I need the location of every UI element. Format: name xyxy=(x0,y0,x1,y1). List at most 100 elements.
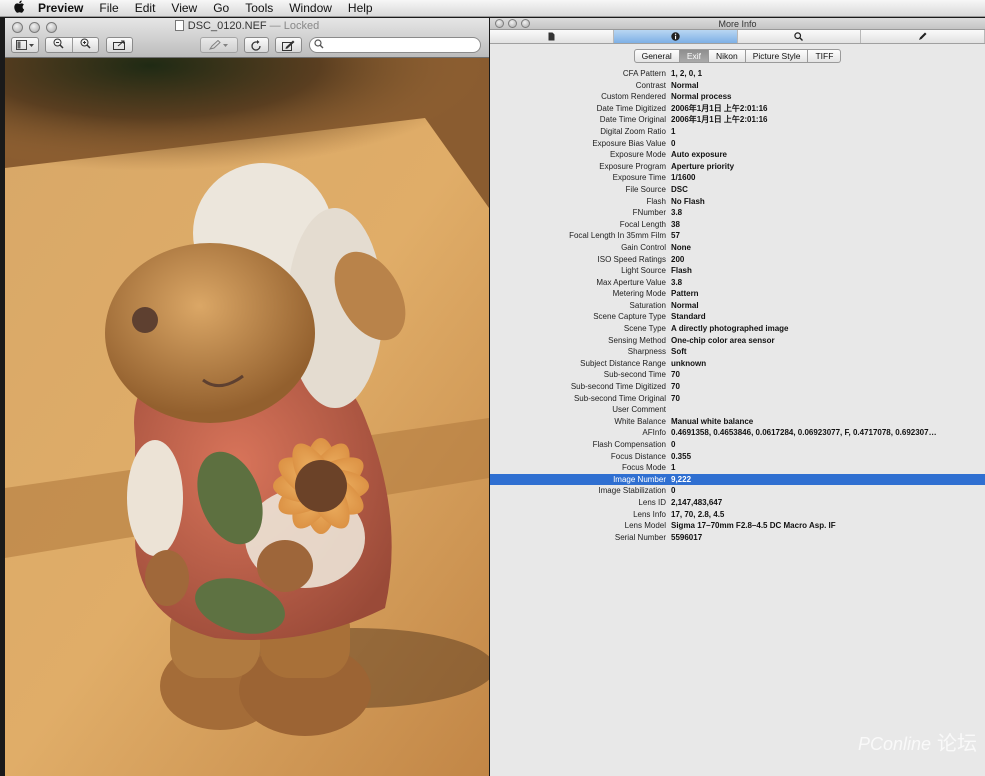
menu-tools[interactable]: Tools xyxy=(237,1,281,15)
table-row[interactable]: Sharpness Soft xyxy=(490,346,985,358)
table-row[interactable]: Gain Control None xyxy=(490,242,985,254)
table-row[interactable]: Sub-second Time Digitized 70 xyxy=(490,381,985,393)
row-value: 2,147,483,647 xyxy=(671,497,723,507)
row-value: Sigma 17–70mm F2.8–4.5 DC Macro Asp. IF xyxy=(671,521,836,531)
table-row[interactable]: Digital Zoom Ratio 1 xyxy=(490,126,985,138)
row-value: 38 xyxy=(671,219,680,229)
row-value: Auto exposure xyxy=(671,150,728,160)
watermark-brand: PConline xyxy=(857,734,931,754)
row-value: None xyxy=(671,242,691,252)
table-row[interactable]: Date Time Digitized 2006年1月1日 上午2:01:16 xyxy=(490,103,985,115)
info-zoom-button[interactable] xyxy=(521,19,530,28)
table-row[interactable]: Scene Type A directly photographed image xyxy=(490,323,985,335)
table-row[interactable]: Image Number 9,222 xyxy=(490,473,985,486)
table-row[interactable]: Metering Mode Pattern xyxy=(490,288,985,300)
table-row[interactable]: Exposure Mode Auto exposure xyxy=(490,149,985,161)
row-value: 2006年1月1日 上午2:01:16 xyxy=(671,103,768,113)
table-row[interactable]: Light Source Flash xyxy=(490,265,985,277)
share-icon xyxy=(112,40,125,50)
info-close-button[interactable] xyxy=(495,19,504,28)
table-row[interactable]: Custom Rendered Normal process xyxy=(490,91,985,103)
tab-tiff[interactable]: TIFF xyxy=(808,49,842,63)
table-row[interactable]: Exposure Program Aperture priority xyxy=(490,161,985,173)
segment-info[interactable] xyxy=(613,30,738,43)
table-row[interactable]: Lens Info 17, 70, 2.8, 4.5 xyxy=(490,509,985,521)
row-key: Saturation xyxy=(629,300,666,310)
row-key: Lens Model xyxy=(624,521,666,531)
sidebar-icon xyxy=(16,40,34,50)
table-row[interactable]: Flash No Flash xyxy=(490,196,985,208)
table-row[interactable]: Saturation Normal xyxy=(490,300,985,312)
table-row[interactable]: Lens ID 2,147,483,647 xyxy=(490,497,985,509)
table-row[interactable]: Contrast Normal xyxy=(490,80,985,92)
sheep-figurine-image xyxy=(5,58,489,776)
table-row[interactable]: File Source DSC xyxy=(490,184,985,196)
table-row[interactable]: Exposure Bias Value 0 xyxy=(490,138,985,150)
edit-button[interactable] xyxy=(275,37,302,53)
apple-menu-icon[interactable] xyxy=(0,0,38,16)
share-button[interactable] xyxy=(106,37,133,53)
menu-go[interactable]: Go xyxy=(205,1,237,15)
search-field[interactable] xyxy=(309,37,481,53)
exif-tabs: General Exif Nikon Picture Style TIFF xyxy=(490,49,985,63)
table-row[interactable]: Scene Capture Type Standard xyxy=(490,311,985,323)
menu-app-preview[interactable]: Preview xyxy=(38,1,91,15)
row-key: Lens ID xyxy=(638,497,666,507)
table-row[interactable]: Subject Distance Range unknown xyxy=(490,358,985,370)
table-row[interactable]: Date Time Original 2006年1月1日 上午2:01:16 xyxy=(490,114,985,126)
table-row[interactable]: Sub-second Time Original 70 xyxy=(490,393,985,405)
menu-bar: Preview File Edit View Go Tools Window H… xyxy=(0,0,985,17)
row-value: 1 xyxy=(671,126,676,136)
zoom-controls xyxy=(45,37,99,53)
window-title: DSC_0120.NEF — Locked xyxy=(5,20,489,32)
table-row[interactable]: Exposure Time 1/1600 xyxy=(490,172,985,184)
table-row[interactable]: AFInfo 0.4691358, 0.4653846, 0.0617284, 0… xyxy=(490,427,985,439)
document-icon xyxy=(548,32,555,41)
zoom-out-button[interactable] xyxy=(46,38,73,52)
menu-edit[interactable]: Edit xyxy=(127,1,164,15)
row-value: 70 xyxy=(671,370,680,380)
table-row[interactable]: Focal Length In 35mm Film 57 xyxy=(490,230,985,242)
table-row[interactable]: Sensing Method One-chip color area sensor xyxy=(490,335,985,347)
view-mode-button[interactable] xyxy=(11,37,39,53)
table-row[interactable]: Max Aperture Value 3.8 xyxy=(490,277,985,289)
tab-exif[interactable]: Exif xyxy=(679,49,709,63)
row-value: Normal xyxy=(671,80,699,90)
menu-view[interactable]: View xyxy=(163,1,205,15)
annotate-menu-button[interactable] xyxy=(200,37,238,53)
table-row[interactable]: CFA Pattern 1, 2, 0, 1 xyxy=(490,68,985,80)
table-row[interactable]: User Comment xyxy=(490,404,985,416)
table-row[interactable]: Sub-second Time 70 xyxy=(490,369,985,381)
row-key: Lens Info xyxy=(633,509,666,519)
table-row[interactable]: Lens Model Sigma 17–70mm F2.8–4.5 DC Macr… xyxy=(490,520,985,532)
table-row[interactable]: Serial Number 5596017 xyxy=(490,532,985,544)
row-value: 9,222 xyxy=(671,474,692,484)
table-row[interactable]: Image Stabilization 0 xyxy=(490,485,985,497)
menu-help[interactable]: Help xyxy=(340,1,381,15)
segment-annotations[interactable] xyxy=(861,30,985,43)
row-value: Normal xyxy=(671,300,699,310)
tab-general[interactable]: General xyxy=(633,49,680,63)
table-row[interactable]: Focus Mode 1 xyxy=(490,462,985,474)
tab-nikon[interactable]: Nikon xyxy=(709,49,746,63)
row-value: 200 xyxy=(671,254,685,264)
row-key: Image Stabilization xyxy=(598,486,666,496)
tab-picture-style[interactable]: Picture Style xyxy=(745,49,809,63)
table-row[interactable]: Flash Compensation 0 xyxy=(490,439,985,451)
row-key: White Balance xyxy=(614,416,666,426)
zoom-in-button[interactable] xyxy=(73,38,99,52)
segment-general[interactable] xyxy=(490,30,614,43)
segment-search[interactable] xyxy=(738,30,862,43)
table-row[interactable]: Focal Length 38 xyxy=(490,219,985,231)
table-row[interactable]: Focus Distance 0.355 xyxy=(490,451,985,463)
table-row[interactable]: FNumber 3.8 xyxy=(490,207,985,219)
row-value: 1 xyxy=(671,463,676,473)
menu-file[interactable]: File xyxy=(91,1,126,15)
table-row[interactable]: White Balance Manual white balance xyxy=(490,416,985,428)
row-key: User Comment xyxy=(612,405,666,415)
info-minimize-button[interactable] xyxy=(508,19,517,28)
table-row[interactable]: ISO Speed Ratings 200 xyxy=(490,254,985,266)
menu-window[interactable]: Window xyxy=(281,1,340,15)
row-value: 70 xyxy=(671,393,680,403)
rotate-button[interactable] xyxy=(244,37,269,53)
